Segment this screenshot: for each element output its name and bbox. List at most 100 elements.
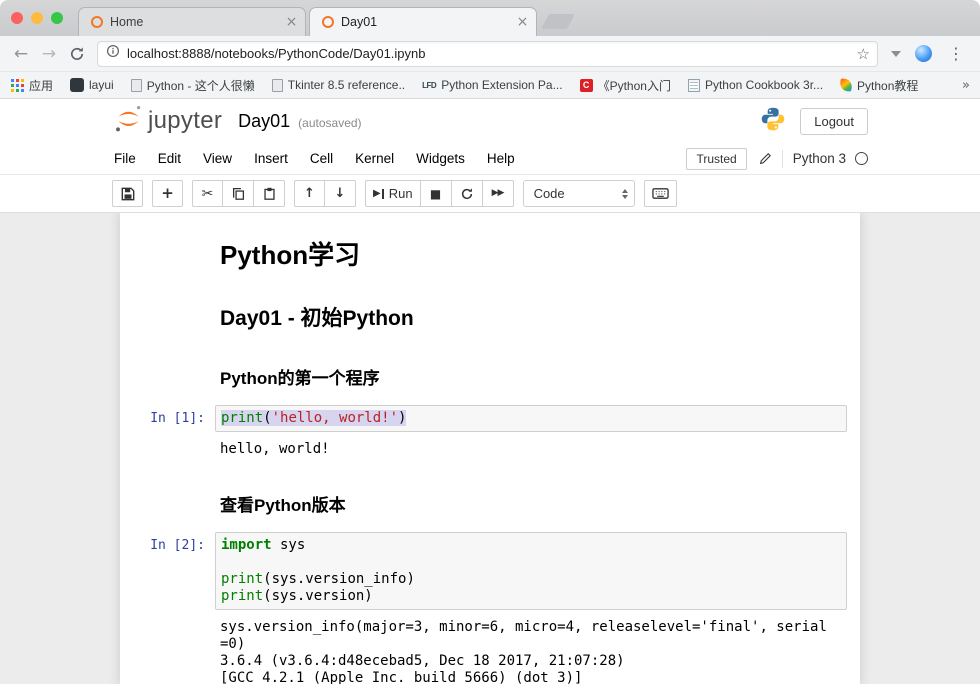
layui-favicon: [70, 78, 84, 92]
new-tab-button[interactable]: [541, 14, 575, 29]
run-cell-button[interactable]: ▶ Run: [365, 180, 421, 207]
back-icon[interactable]: ←: [8, 41, 34, 67]
jupyter-header: jupyter Day01 (autosaved) Logout: [0, 99, 980, 143]
book-favicon: [688, 79, 700, 92]
edit-mode-pencil-icon: [759, 152, 772, 165]
code-source: print('hello, world!'): [221, 410, 841, 427]
move-cell-up-button[interactable]: ↑: [294, 180, 325, 207]
notebook-title[interactable]: Day01: [238, 111, 290, 132]
notebook-scroll-area[interactable]: Python学习 Day01 - 初始Python Python的第一个程序 I…: [0, 213, 980, 684]
markdown-cell-first-program[interactable]: Python的第一个程序: [133, 342, 847, 399]
bookmark-item-tkinter[interactable]: Tkinter 8.5 reference..: [272, 78, 405, 92]
restart-run-all-button[interactable]: ▶▶: [483, 180, 514, 207]
insert-cell-below-button[interactable]: +: [152, 180, 183, 207]
address-bar[interactable]: localhost:8888/notebooks/PythonCode/Day0…: [97, 41, 878, 67]
close-window-button[interactable]: [11, 12, 23, 24]
paste-cell-button[interactable]: [254, 180, 285, 207]
menu-view[interactable]: View: [192, 144, 243, 174]
heading-check-version: 查看Python版本: [220, 491, 847, 516]
jupyter-menubar: File Edit View Insert Cell Kernel Widget…: [0, 143, 980, 175]
browser-tab-home[interactable]: Home ×: [78, 7, 306, 36]
menu-cell[interactable]: Cell: [299, 144, 344, 174]
browser-tab-day01[interactable]: Day01 ×: [309, 7, 537, 36]
tab-title: Day01: [341, 15, 509, 29]
cell-prompt: [133, 286, 215, 338]
close-tab-icon[interactable]: ×: [284, 14, 299, 30]
bookmarks-bar: 应用 layui Python - 这个人很懒 Tkinter 8.5 refe…: [0, 71, 980, 99]
copy-cell-button[interactable]: [223, 180, 254, 207]
restart-kernel-button[interactable]: [452, 180, 483, 207]
minimize-window-button[interactable]: [31, 12, 43, 24]
bookmark-item-layui[interactable]: layui: [70, 78, 114, 92]
bookmark-label: Python教程: [857, 77, 918, 94]
jupyter-favicon: [89, 15, 104, 30]
bookmark-item-python-tutorial[interactable]: Python教程: [840, 77, 918, 94]
jupyter-logo-icon[interactable]: [112, 102, 145, 140]
logout-button[interactable]: Logout: [800, 108, 868, 135]
lfd-favicon: LFD: [422, 81, 436, 90]
command-palette-button[interactable]: [644, 180, 677, 207]
jupyter-favicon: [320, 15, 335, 30]
dropdown-indicator-icon[interactable]: [891, 51, 901, 57]
cut-cell-button[interactable]: ✂: [192, 180, 223, 207]
markdown-cell-title[interactable]: Python学习: [133, 223, 847, 282]
page-favicon: [272, 79, 283, 92]
extension-globe-icon[interactable]: [915, 45, 932, 62]
menu-kernel[interactable]: Kernel: [344, 144, 405, 174]
markdown-cell-day[interactable]: Day01 - 初始Python: [133, 282, 847, 342]
bookmark-label: layui: [89, 78, 114, 92]
bookmark-item-python-intro[interactable]: C 《Python入门: [580, 77, 671, 94]
move-cell-down-button[interactable]: ↓: [325, 180, 356, 207]
window-controls: [11, 12, 63, 24]
menu-file[interactable]: File: [112, 144, 147, 174]
menu-help[interactable]: Help: [476, 144, 526, 174]
select-arrows-icon: [622, 189, 628, 199]
input-prompt: In [1]:: [133, 405, 215, 432]
bookmark-item-lfd[interactable]: LFD Python Extension Pa...: [422, 78, 562, 92]
bookmark-item-python-lazy[interactable]: Python - 这个人很懒: [131, 77, 255, 94]
bookmark-label: Python Extension Pa...: [441, 78, 562, 92]
divider: [782, 150, 783, 168]
kernel-idle-indicator-icon: [855, 152, 868, 165]
bookmark-label: Python Cookbook 3r...: [705, 78, 823, 92]
cell-output: sys.version_info(major=3, minor=6, micro…: [215, 614, 847, 684]
menu-insert[interactable]: Insert: [243, 144, 299, 174]
notebook-page: Python学习 Day01 - 初始Python Python的第一个程序 I…: [120, 213, 860, 684]
bookmark-item-apps[interactable]: 应用: [10, 77, 53, 94]
heading-python-study: Python学习: [220, 235, 847, 272]
bookmark-label: 《Python入门: [598, 77, 671, 94]
trusted-badge[interactable]: Trusted: [686, 148, 746, 170]
reload-icon[interactable]: [64, 41, 90, 67]
code-input-area[interactable]: import sys print(sys.version_info) print…: [215, 532, 847, 610]
menu-widgets[interactable]: Widgets: [405, 144, 476, 174]
zoom-window-button[interactable]: [51, 12, 63, 24]
url-text[interactable]: localhost:8888/notebooks/PythonCode/Day0…: [127, 46, 850, 61]
bookmarks-overflow-icon[interactable]: »: [962, 78, 970, 93]
jupyter-wordmark[interactable]: jupyter: [148, 107, 222, 135]
cell-type-value: Code: [534, 186, 565, 201]
code-cell-1[interactable]: In [1]: print('hello, world!') hello, wo…: [133, 399, 847, 469]
page-info-icon[interactable]: [106, 44, 120, 63]
browser-menu-icon[interactable]: ⋮: [940, 44, 972, 63]
code-cell-2[interactable]: In [2]: import sys print(sys.version_inf…: [133, 526, 847, 684]
page-favicon: [131, 79, 142, 92]
cell-prompt: [133, 346, 215, 395]
tab-title: Home: [110, 15, 278, 29]
bookmark-label: Python - 这个人很懒: [147, 77, 255, 94]
interrupt-kernel-button[interactable]: ■: [421, 180, 452, 207]
code-input-area[interactable]: print('hello, world!'): [215, 405, 847, 432]
bookmark-label: Tkinter 8.5 reference..: [288, 78, 405, 92]
markdown-cell-check-version[interactable]: 查看Python版本: [133, 469, 847, 526]
forward-icon[interactable]: →: [36, 41, 62, 67]
heading-day01: Day01 - 初始Python: [220, 302, 847, 332]
output-prompt: [133, 614, 215, 684]
step-forward-icon: ▶: [373, 189, 381, 199]
bookmark-item-cookbook[interactable]: Python Cookbook 3r...: [688, 78, 823, 92]
cell-prompt: [133, 473, 215, 522]
close-tab-icon[interactable]: ×: [515, 14, 530, 30]
cell-type-select[interactable]: Code: [523, 180, 635, 207]
cell-prompt: [133, 227, 215, 278]
save-button[interactable]: [112, 180, 143, 207]
menu-edit[interactable]: Edit: [147, 144, 192, 174]
bookmark-star-icon[interactable]: ☆: [857, 45, 870, 63]
